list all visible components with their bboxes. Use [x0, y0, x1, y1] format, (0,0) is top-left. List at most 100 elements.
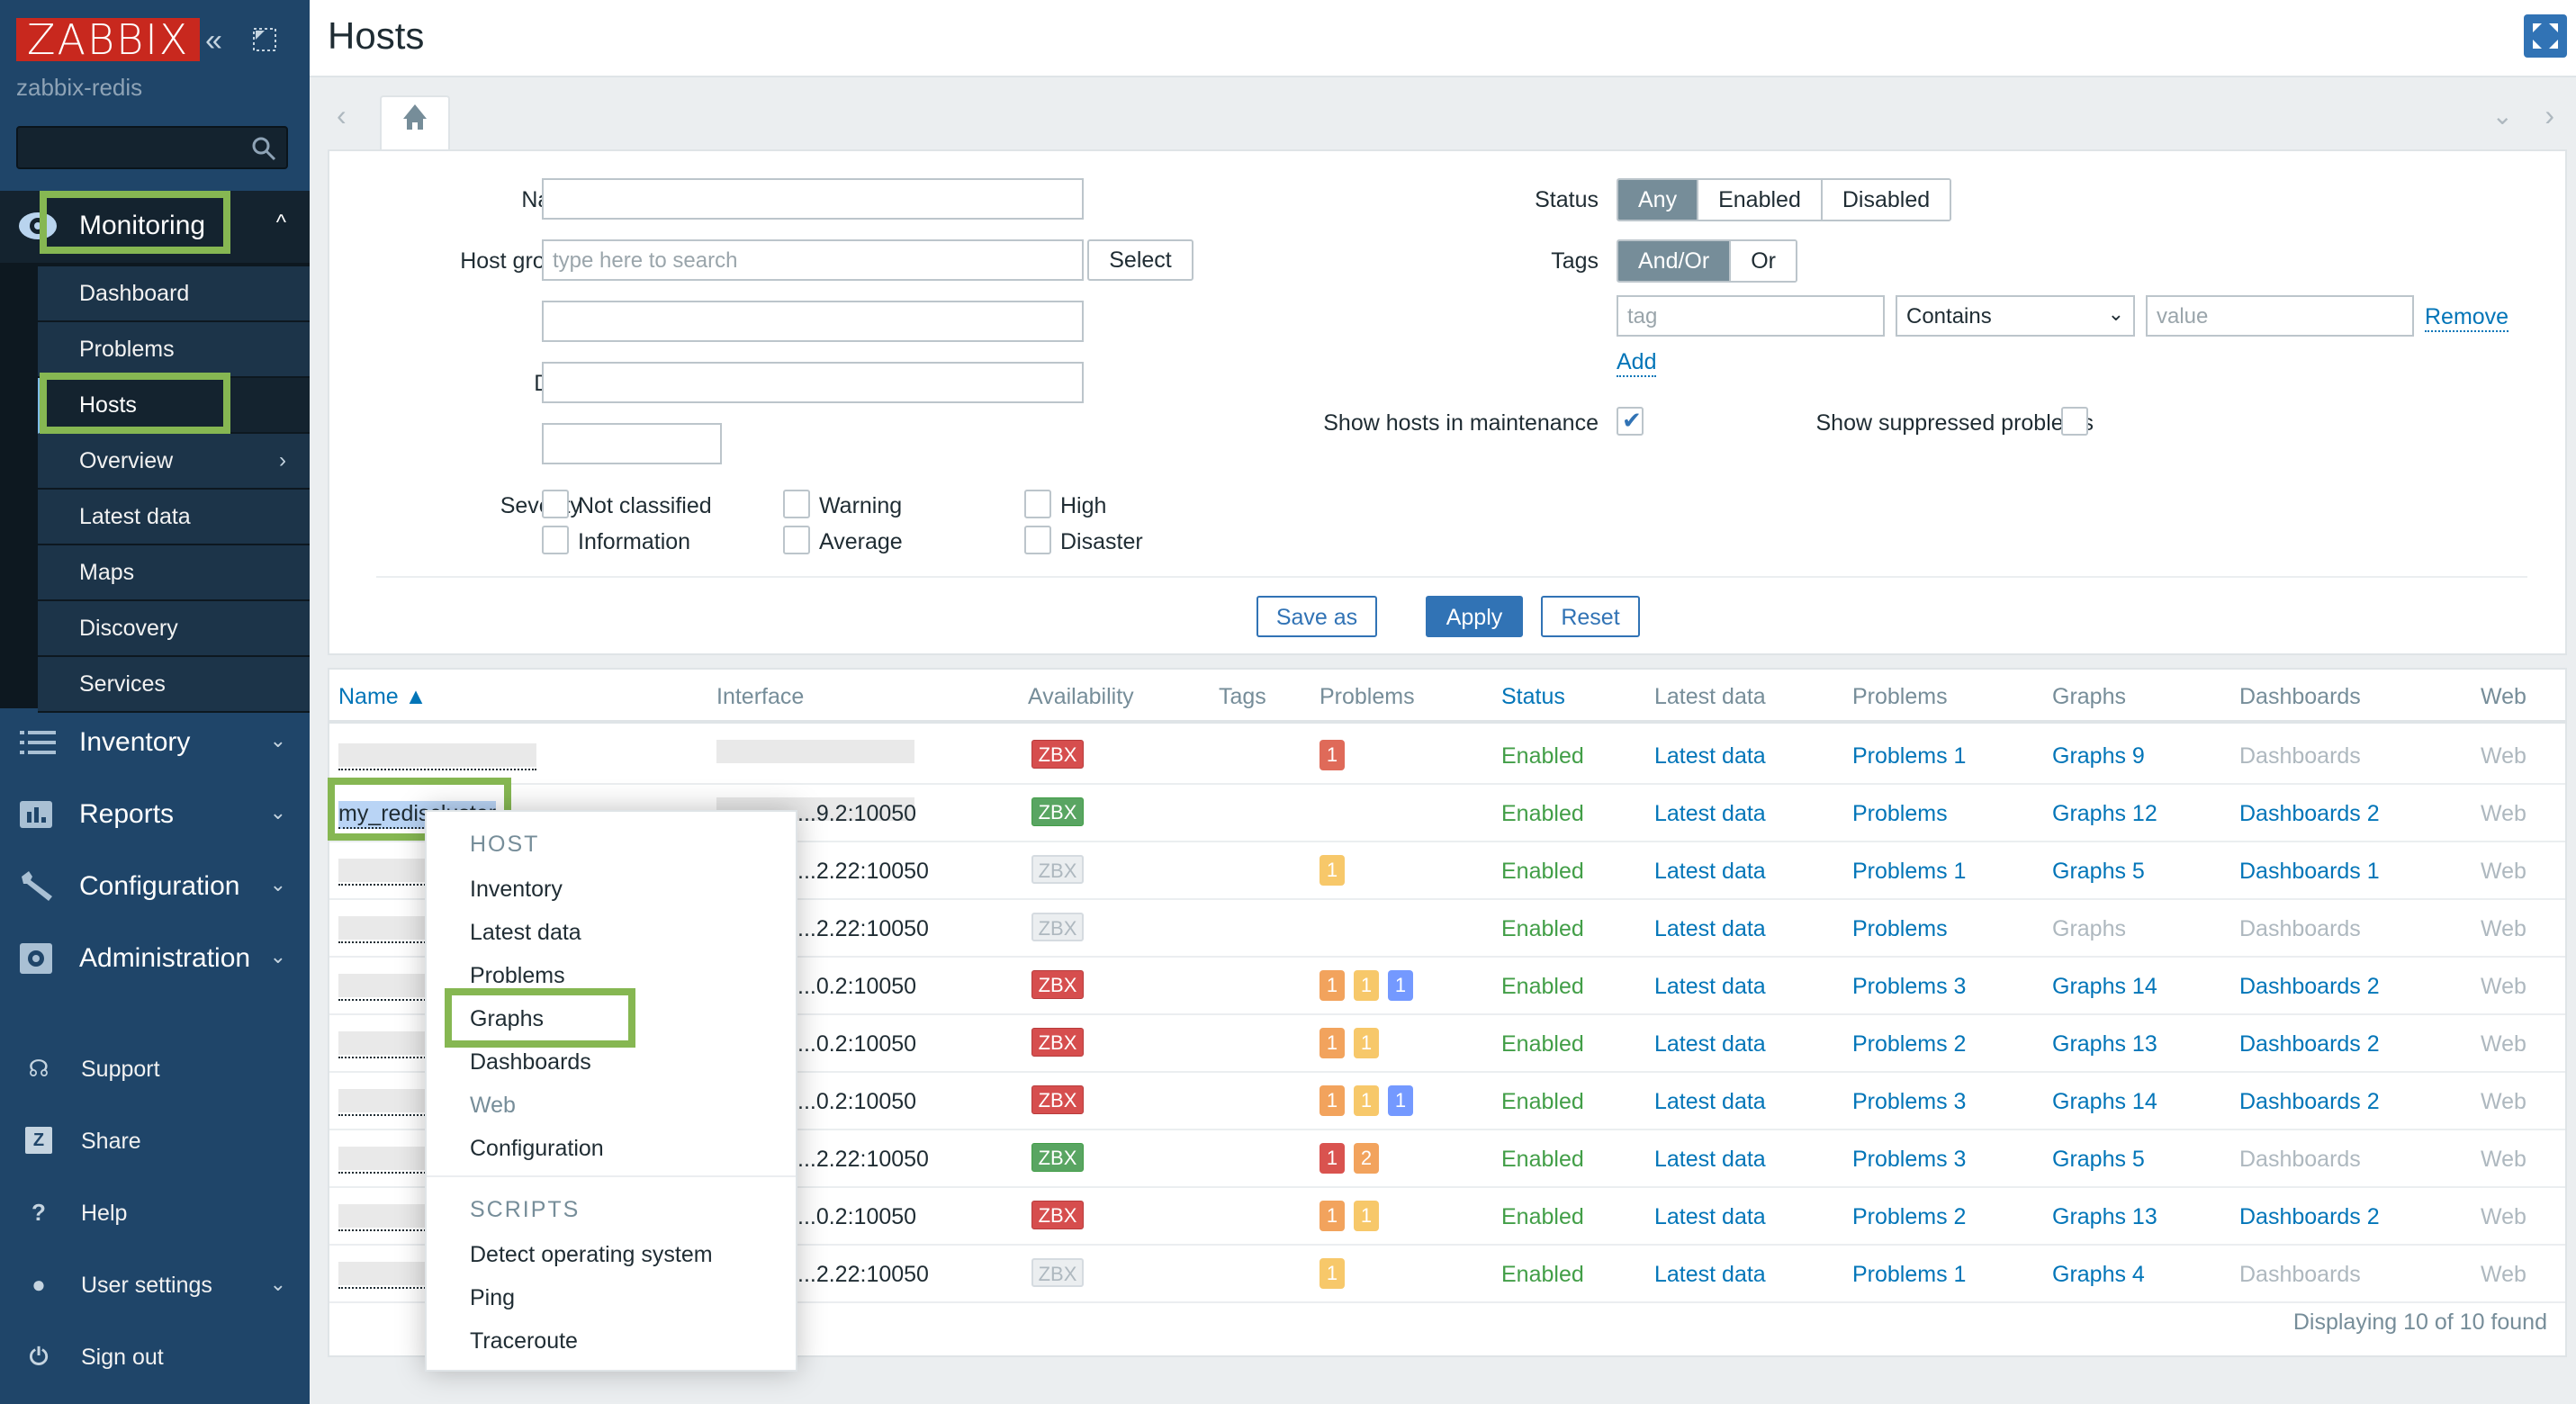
save-as-button[interactable]: Save as: [1256, 596, 1377, 637]
sidebar-item-latest-data[interactable]: Latest data: [38, 490, 310, 545]
graphs-link[interactable]: Graphs 9: [2052, 743, 2145, 770]
problems-link[interactable]: Problems 3: [1852, 1147, 1966, 1173]
problem-count-badge[interactable]: 1: [1320, 1258, 1345, 1289]
graphs-link[interactable]: Graphs 5: [2052, 859, 2145, 885]
tag-operator-select[interactable]: Contains ⌄: [1896, 295, 2135, 337]
host-status-link[interactable]: Enabled: [1501, 1031, 1584, 1058]
latest-data-link[interactable]: Latest data: [1654, 859, 1766, 885]
latest-data-link[interactable]: Latest data: [1654, 1262, 1766, 1288]
graphs-link[interactable]: Graphs 5: [2052, 1147, 2145, 1173]
graphs-link[interactable]: Graphs 13: [2052, 1204, 2157, 1230]
name-input[interactable]: [542, 178, 1084, 220]
problems-link[interactable]: Problems 1: [1852, 743, 1966, 770]
host-status-link[interactable]: Enabled: [1501, 1147, 1584, 1173]
problems-link[interactable]: Problems: [1852, 801, 1948, 827]
severity-average-checkbox[interactable]: [783, 526, 810, 554]
problems-link[interactable]: Problems 1: [1852, 1262, 1966, 1288]
graphs-link[interactable]: Graphs 13: [2052, 1031, 2157, 1058]
severity-disaster-checkbox[interactable]: [1024, 526, 1051, 554]
problem-count-badge[interactable]: 1: [1320, 970, 1345, 1001]
sidebar-item-problems[interactable]: Problems: [38, 322, 310, 378]
problem-count-badge[interactable]: 1: [1354, 1201, 1379, 1231]
sidebar-item-configuration[interactable]: Configuration ⌄: [0, 855, 310, 920]
ip-input[interactable]: [542, 301, 1084, 342]
host-status-link[interactable]: Enabled: [1501, 743, 1584, 770]
problem-count-badge[interactable]: 1: [1354, 1085, 1379, 1116]
latest-data-link[interactable]: Latest data: [1654, 743, 1766, 770]
kiosk-mode-sidebar-icon[interactable]: [252, 25, 277, 60]
problem-count-badge[interactable]: 2: [1354, 1143, 1379, 1174]
context-item-dashboards[interactable]: Dashboards: [470, 1049, 591, 1076]
sidebar-item-hosts[interactable]: Hosts: [38, 378, 310, 434]
context-item-configuration[interactable]: Configuration: [470, 1136, 604, 1162]
dashboards-link[interactable]: Dashboards 2: [2239, 1204, 2380, 1230]
dns-input[interactable]: [542, 362, 1084, 403]
sidebar-item-reports[interactable]: Reports ⌄: [0, 783, 310, 848]
host-name-link[interactable]: [338, 769, 536, 770]
sidebar-item-overview[interactable]: Overview ›: [38, 434, 310, 490]
host-status-link[interactable]: Enabled: [1501, 916, 1584, 942]
status-any-option[interactable]: Any: [1618, 180, 1699, 220]
context-item-traceroute[interactable]: Traceroute: [470, 1328, 578, 1354]
graphs-link[interactable]: Graphs 14: [2052, 1089, 2157, 1115]
status-disabled-option[interactable]: Disabled: [1822, 180, 1950, 220]
chevron-down-icon[interactable]: ⌄: [2492, 101, 2513, 130]
context-item-problems[interactable]: Problems: [470, 963, 565, 989]
problem-count-badge[interactable]: 1: [1354, 1028, 1379, 1058]
show-maintenance-checkbox[interactable]: [1617, 407, 1644, 436]
problem-count-badge[interactable]: 1: [1320, 1085, 1345, 1116]
latest-data-link[interactable]: Latest data: [1654, 1089, 1766, 1115]
problem-count-badge[interactable]: 1: [1388, 1085, 1413, 1116]
sidebar-item-services[interactable]: Services: [38, 657, 310, 713]
problems-link[interactable]: Problems 3: [1852, 1089, 1966, 1115]
port-input[interactable]: [542, 423, 722, 464]
problems-link[interactable]: Problems: [1852, 916, 1948, 942]
latest-data-link[interactable]: Latest data: [1654, 1031, 1766, 1058]
severity-high-checkbox[interactable]: [1024, 490, 1051, 518]
latest-data-link[interactable]: Latest data: [1654, 1204, 1766, 1230]
apply-button[interactable]: Apply: [1426, 596, 1523, 637]
host-status-link[interactable]: Enabled: [1501, 1204, 1584, 1230]
problem-count-badge[interactable]: 1: [1388, 970, 1413, 1001]
sidebar-item-inventory[interactable]: Inventory ⌄: [0, 711, 310, 776]
problems-link[interactable]: Problems 2: [1852, 1204, 1966, 1230]
graphs-link[interactable]: Graphs 12: [2052, 801, 2157, 827]
sidebar-item-support[interactable]: ☊ Support: [0, 1042, 310, 1100]
latest-data-link[interactable]: Latest data: [1654, 974, 1766, 1000]
latest-data-link[interactable]: Latest data: [1654, 1147, 1766, 1173]
tab-home[interactable]: [380, 95, 450, 153]
sidebar-item-help[interactable]: ? Help: [0, 1186, 310, 1244]
graphs-link[interactable]: Graphs 4: [2052, 1262, 2145, 1288]
problem-count-badge[interactable]: 1: [1320, 855, 1345, 886]
host-status-link[interactable]: Enabled: [1501, 801, 1584, 827]
show-suppressed-checkbox[interactable]: [2061, 407, 2088, 436]
problem-count-badge[interactable]: 1: [1320, 1201, 1345, 1231]
sidebar-item-dashboard[interactable]: Dashboard: [38, 266, 310, 322]
context-item-ping[interactable]: Ping: [470, 1285, 515, 1311]
host-status-link[interactable]: Enabled: [1501, 1262, 1584, 1288]
zabbix-logo[interactable]: ZABBIX: [16, 18, 201, 61]
chevron-left-icon[interactable]: ‹: [337, 99, 347, 132]
sidebar-item-discovery[interactable]: Discovery: [38, 601, 310, 657]
sidebar-item-maps[interactable]: Maps: [38, 545, 310, 601]
column-header-status[interactable]: Status: [1501, 684, 1565, 710]
problem-count-badge[interactable]: 1: [1354, 970, 1379, 1001]
context-item-latest-data[interactable]: Latest data: [470, 920, 581, 946]
problem-count-badge[interactable]: 1: [1320, 1143, 1345, 1174]
problems-link[interactable]: Problems 1: [1852, 859, 1966, 885]
context-item-graphs[interactable]: Graphs: [470, 1006, 544, 1032]
dashboards-link[interactable]: Dashboards 2: [2239, 801, 2380, 827]
kiosk-mode-button[interactable]: [2524, 14, 2567, 58]
sidebar-item-monitoring[interactable]: Monitoring ^: [0, 191, 310, 263]
dashboards-link[interactable]: Dashboards 1: [2239, 859, 2380, 885]
latest-data-link[interactable]: Latest data: [1654, 801, 1766, 827]
context-item-inventory[interactable]: Inventory: [470, 877, 563, 903]
graphs-link[interactable]: Graphs 14: [2052, 974, 2157, 1000]
collapse-sidebar-icon[interactable]: «: [205, 23, 222, 58]
search-icon[interactable]: [250, 135, 277, 162]
host-groups-input[interactable]: type here to search: [542, 239, 1084, 281]
dashboards-link[interactable]: Dashboards 2: [2239, 1089, 2380, 1115]
host-status-link[interactable]: Enabled: [1501, 974, 1584, 1000]
context-item-detect-os[interactable]: Detect operating system: [470, 1242, 713, 1268]
add-tag-link[interactable]: Add: [1617, 349, 1657, 377]
